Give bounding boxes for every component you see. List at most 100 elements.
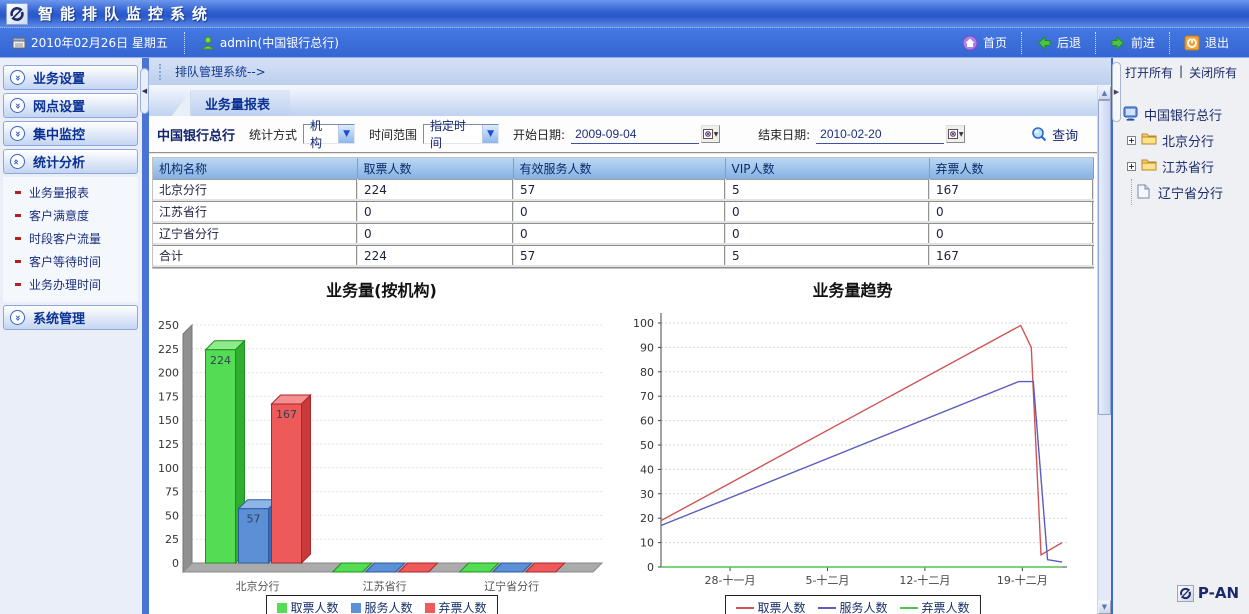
main-area: 排队管理系统--> 业务量报表 中国银行总行 统计方式 机构 ▼ 时间 <box>149 58 1111 614</box>
open-all-link[interactable]: 打开所有 <box>1125 64 1173 81</box>
end-date-picker-button[interactable]: ▼ <box>946 125 965 143</box>
tree-collapse-handle[interactable]: ▶ <box>1112 62 1121 122</box>
close-all-link[interactable]: 关闭所有 <box>1189 64 1237 81</box>
main-scrollbar[interactable]: ▲ ▼ <box>1097 86 1111 614</box>
chevron-down-icon: » <box>10 310 25 325</box>
time-range-select[interactable]: 指定时间 ▼ <box>423 124 499 144</box>
tree-root-head-office[interactable]: 中国银行总行 <box>1123 101 1249 127</box>
svg-text:100: 100 <box>158 462 179 475</box>
col-org-name: 机构名称 <box>153 158 357 180</box>
tree-node-jiangsu[interactable]: 江苏省行 <box>1123 153 1249 179</box>
svg-text:80: 80 <box>640 366 654 379</box>
sidebar-section-system-manage[interactable]: » 系统管理 <box>3 305 138 330</box>
scroll-down-button[interactable]: ▼ <box>1098 600 1111 614</box>
col-abandoned: 弃票人数 <box>929 158 1093 180</box>
charts-area: 业务量(按机构) 0255075100125150175200225250224… <box>149 269 1097 614</box>
legend-swatch <box>735 607 753 609</box>
chevron-down-icon: » <box>10 126 25 141</box>
bullet-icon <box>15 237 21 240</box>
scrollbar-thumb[interactable] <box>1098 100 1111 415</box>
sidebar-item-customer-wait-time[interactable]: 客户等待时间 <box>3 250 138 273</box>
chevron-up-icon: » <box>10 154 25 169</box>
back-label: 后退 <box>1057 34 1081 51</box>
tab-volume-report[interactable]: 业务量报表 <box>191 90 290 116</box>
table-cell: 224 <box>357 245 513 267</box>
search-button[interactable]: 查询 <box>1031 125 1078 144</box>
org-tree: 中国银行总行 北京分行 江苏省行 辽宁省 <box>1113 101 1249 205</box>
breadcrumb-bar: 排队管理系统--> <box>149 58 1111 86</box>
start-date-picker-button[interactable]: ▼ <box>701 125 720 143</box>
svg-text:0: 0 <box>172 557 179 570</box>
sidebar-item-business-handle-time[interactable]: 业务办理时间 <box>3 273 138 296</box>
col-vip: VIP人数 <box>725 158 929 180</box>
back-button[interactable]: 后退 <box>1026 32 1091 54</box>
table-cell: 0 <box>725 201 929 223</box>
chevron-down-icon: » <box>10 98 25 113</box>
sidebar-item-period-customer-flow[interactable]: 时段客户流量 <box>3 227 138 250</box>
menu-label: 时段客户流量 <box>29 230 101 247</box>
svg-text:19-十二月: 19-十二月 <box>997 573 1048 587</box>
section-label: 业务设置 <box>33 68 85 87</box>
sidebar-item-customer-satisfaction[interactable]: 客户满意度 <box>3 204 138 227</box>
logout-button[interactable]: 退出 <box>1174 32 1239 54</box>
line-chart-legend: 取票人数服务人数弃票人数 <box>724 595 980 614</box>
legend-label: 取票人数 <box>290 599 338 614</box>
end-date-input[interactable] <box>816 125 944 144</box>
svg-text:75: 75 <box>165 486 179 499</box>
separator <box>1169 32 1170 54</box>
svg-text:12-十二月: 12-十二月 <box>899 573 950 587</box>
table-cell: 57 <box>513 180 725 201</box>
stat-mode-select[interactable]: 机构 ▼ <box>303 124 355 144</box>
date-display: 2010年02月26日 星期五 <box>0 33 180 53</box>
forward-button[interactable]: 前进 <box>1100 32 1165 54</box>
svg-text:90: 90 <box>640 341 654 354</box>
time-range-label: 时间范围 <box>369 126 417 143</box>
report-table-wrap: 机构名称 取票人数 有效服务人数 VIP人数 弃票人数 北京分行22457516… <box>152 157 1094 269</box>
tree-node-beijing[interactable]: 北京分行 <box>1123 127 1249 153</box>
expand-plus-icon[interactable] <box>1127 162 1136 171</box>
sidebar-splitter[interactable]: ◀ <box>142 58 149 614</box>
svg-text:20: 20 <box>640 512 654 525</box>
sidebar-collapse-handle[interactable]: ◀ <box>140 68 149 114</box>
home-button[interactable]: 首页 <box>952 32 1017 54</box>
table-cell: 辽宁省分行 <box>153 223 357 245</box>
sidebar-section-central-monitor[interactable]: » 集中监控 <box>3 121 138 146</box>
table-cell: 5 <box>725 245 929 267</box>
tree-node-label: 江苏省行 <box>1162 157 1214 176</box>
legend-item: 弃票人数 <box>425 599 487 614</box>
table-row: 辽宁省分行0000 <box>153 223 1093 245</box>
tree-node-label: 辽宁省分行 <box>1158 183 1223 202</box>
legend-item: 取票人数 <box>735 599 805 614</box>
legend-item: 服务人数 <box>350 599 412 614</box>
svg-text:224: 224 <box>210 354 231 367</box>
statistics-menu: 业务量报表 客户满意度 时段客户流量 客户等待时间 业务办理时间 <box>3 177 138 302</box>
sidebar-item-volume-report[interactable]: 业务量报表 <box>3 181 138 204</box>
tree-node-liaoning[interactable]: 辽宁省分行 <box>1123 179 1249 205</box>
sidebar-section-statistics[interactable]: » 统计分析 <box>3 149 138 174</box>
svg-text:30: 30 <box>640 488 654 501</box>
sidebar-section-branch-settings[interactable]: » 网点设置 <box>3 93 138 118</box>
chevron-down-icon: ▼ <box>482 125 498 143</box>
scroll-up-button[interactable]: ▲ <box>1098 86 1111 100</box>
legend-swatch <box>817 607 835 609</box>
divider: | <box>1179 64 1183 81</box>
svg-text:0: 0 <box>647 561 654 574</box>
expand-plus-icon[interactable] <box>1127 136 1136 145</box>
sidebar-section-business-settings[interactable]: » 业务设置 <box>3 65 138 90</box>
svg-text:10: 10 <box>640 537 654 550</box>
separator <box>1021 32 1022 54</box>
nav-bar: 2010年02月26日 星期五 admin(中国银行总行) 首页 后退 <box>0 28 1249 58</box>
start-date-input[interactable] <box>571 125 699 144</box>
table-row: 江苏省行0000 <box>153 201 1093 223</box>
table-cell: 57 <box>513 245 725 267</box>
back-arrow-icon <box>1036 35 1052 51</box>
svg-text:167: 167 <box>276 408 297 421</box>
svg-text:70: 70 <box>640 390 654 403</box>
separator <box>184 32 185 54</box>
menu-label: 业务办理时间 <box>29 276 101 293</box>
scrollbar-track[interactable] <box>1098 100 1111 600</box>
table-cell: 0 <box>513 201 725 223</box>
svg-text:40: 40 <box>640 463 654 476</box>
section-label: 网点设置 <box>33 96 85 115</box>
report-table: 机构名称 取票人数 有效服务人数 VIP人数 弃票人数 北京分行22457516… <box>153 158 1094 268</box>
